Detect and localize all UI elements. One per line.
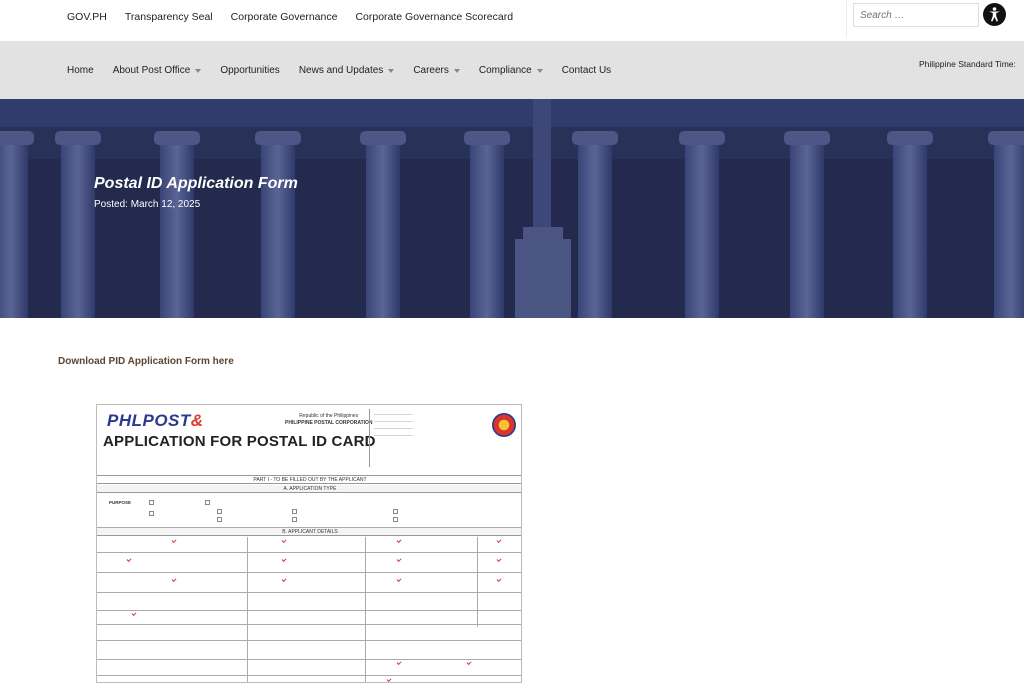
nav-compliance-label: Compliance [478, 65, 532, 76]
gov-ph-link[interactable]: GOV.PH [67, 11, 107, 23]
form-rule [97, 572, 521, 573]
required-mark [126, 557, 132, 562]
phlpost-logo-text: PHLPOST [107, 411, 191, 430]
required-mark [396, 557, 402, 562]
form-checkbox [217, 517, 222, 522]
nav-menu: Home About Post Office Opportunities New… [67, 65, 630, 76]
nav-careers[interactable]: Careers [413, 65, 460, 76]
form-checkbox [149, 500, 154, 505]
search-input[interactable] [854, 4, 978, 26]
nav-home-label: Home [67, 65, 94, 76]
required-mark [131, 611, 137, 616]
required-mark [281, 557, 287, 562]
top-divider [846, 0, 847, 38]
form-checkbox [205, 500, 210, 505]
chevron-down-icon [453, 68, 460, 73]
nav-about-label: About Post Office [112, 65, 191, 76]
required-mark [496, 577, 502, 582]
posted-date: Posted: March 12, 2025 [94, 199, 201, 210]
form-rule [97, 640, 521, 641]
form-rule [97, 624, 521, 625]
required-mark [281, 538, 287, 543]
form-part-label: PART I - TO BE FILLED OUT BY THE APPLICA… [97, 475, 521, 484]
form-checkbox [393, 509, 398, 514]
top-bar: GOV.PH Transparency Seal Corporate Gover… [0, 0, 1024, 41]
chevron-down-icon [195, 68, 202, 73]
nav-about-post-office[interactable]: About Post Office [113, 65, 202, 76]
top-links: GOV.PH Transparency Seal Corporate Gover… [67, 11, 531, 23]
nav-news-and-updates[interactable]: News and Updates [299, 65, 395, 76]
required-mark [396, 577, 402, 582]
nav-news-label: News and Updates [298, 65, 384, 76]
nav-careers-label: Careers [413, 65, 449, 76]
form-checkbox [292, 509, 297, 514]
accessibility-icon[interactable] [983, 3, 1006, 26]
transparency-seal-link[interactable]: Transparency Seal [125, 11, 213, 23]
application-form-image[interactable]: PHLPOST& Republic of the Philippines PHI… [96, 404, 522, 683]
required-mark [396, 660, 402, 665]
form-gov-line2: PHILIPPINE POSTAL CORPORATION [285, 420, 373, 426]
download-form-link[interactable]: Download PID Application Form here [58, 356, 234, 367]
office-line: ——————————— [374, 412, 413, 416]
form-rule [97, 592, 521, 593]
nav-contact-label: Contact Us [561, 65, 612, 76]
required-mark [496, 557, 502, 562]
form-col-rule [247, 537, 248, 682]
philippine-standard-time: Philippine Standard Time: [919, 59, 1016, 69]
search-box [853, 3, 979, 27]
form-checkbox [217, 509, 222, 514]
chevron-down-icon [536, 68, 543, 73]
form-checkbox [292, 517, 297, 522]
corporate-governance-link[interactable]: Corporate Governance [231, 11, 338, 23]
required-mark [386, 677, 392, 682]
form-rule [97, 659, 521, 660]
required-mark [396, 538, 402, 543]
page-title: Postal ID Application Form [94, 175, 298, 192]
form-purpose-label: PURPOSE [109, 500, 132, 505]
form-section-a: A. APPLICATION TYPE [97, 485, 521, 493]
form-col-rule [365, 537, 366, 682]
required-mark [466, 660, 472, 665]
required-mark [496, 538, 502, 543]
main-navbar: Home About Post Office Opportunities New… [0, 41, 1024, 99]
form-col-rule [477, 537, 478, 627]
form-checkbox [149, 511, 154, 516]
form-title: APPLICATION FOR POSTAL ID CARD [103, 433, 376, 450]
form-checkbox [393, 517, 398, 522]
required-mark [281, 577, 287, 582]
phlpost-seal-icon [492, 413, 516, 437]
form-gov-header: Republic of the Philippines PHILIPPINE P… [285, 413, 373, 427]
required-mark [171, 538, 177, 543]
phlpost-logo: PHLPOST& [107, 411, 204, 431]
chevron-down-icon [388, 68, 395, 73]
nav-opportunities-label: Opportunities [220, 65, 280, 76]
nav-opportunities[interactable]: Opportunities [220, 65, 279, 76]
form-gov-line1: Republic of the Philippines [299, 413, 359, 419]
nav-contact-us[interactable]: Contact Us [562, 65, 611, 76]
phlpost-logo-ampersand: & [190, 411, 204, 430]
hero-banner: Postal ID Application Form Posted: March… [0, 99, 1024, 318]
form-rule [97, 675, 521, 676]
form-rule [97, 552, 521, 553]
nav-home[interactable]: Home [67, 65, 94, 76]
form-section-b: B. APPLICANT DETAILS [97, 528, 521, 536]
nav-compliance[interactable]: Compliance [479, 65, 543, 76]
required-mark [171, 577, 177, 582]
corporate-governance-scorecard-link[interactable]: Corporate Governance Scorecard [355, 11, 513, 23]
office-line: ——————————— [374, 433, 413, 437]
form-rule [97, 610, 521, 611]
